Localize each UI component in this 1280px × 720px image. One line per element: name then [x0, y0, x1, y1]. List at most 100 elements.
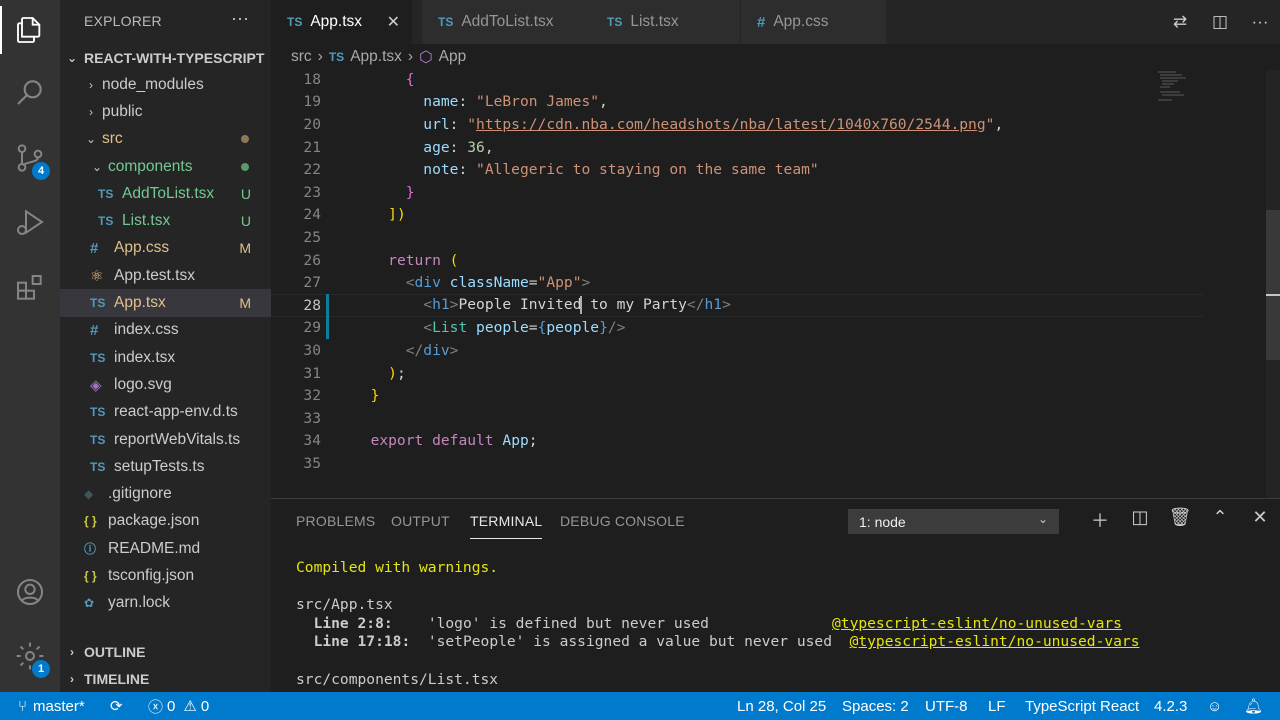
branch-indicator[interactable]: ⑂ master*: [18, 692, 85, 720]
code-line[interactable]: 23 }: [271, 181, 1203, 204]
code-line[interactable]: 21 age: 36,: [271, 136, 1203, 159]
language-mode[interactable]: TypeScript React: [1025, 692, 1139, 720]
tab-output[interactable]: OUTPUT: [391, 513, 450, 529]
tree-item-tsconfig-json[interactable]: { } tsconfig.json: [60, 562, 271, 589]
tree-item-index-css[interactable]: # index.css: [60, 317, 271, 344]
code-line[interactable]: 24 ]): [271, 204, 1203, 227]
close-icon[interactable]: ✕: [1240, 507, 1280, 533]
code-line[interactable]: 35: [271, 452, 1203, 475]
git-modified-gutter: [326, 294, 329, 317]
more-actions-icon[interactable]: ···: [231, 8, 249, 29]
accounts-icon[interactable]: [0, 562, 60, 622]
ts-version[interactable]: 4.2.3: [1154, 692, 1187, 720]
terminal-output[interactable]: Compiled with warnings. src/App.tsx Line…: [296, 559, 1140, 689]
tree-item-package-json[interactable]: { } package.json: [60, 508, 271, 535]
code-line[interactable]: 25: [271, 226, 1203, 249]
tree-item-index-tsx[interactable]: TS index.tsx: [60, 344, 271, 371]
tree-item-addtolist-tsx[interactable]: TS AddToList.tsx U: [60, 180, 271, 207]
code-line[interactable]: 31 );: [271, 362, 1203, 385]
run-debug-icon[interactable]: [0, 192, 60, 252]
split-terminal-icon[interactable]: ◫: [1120, 507, 1160, 533]
tree-item-logo-svg[interactable]: ◈ logo.svg: [60, 371, 271, 398]
tree-item-label: README.md: [108, 539, 201, 557]
manage-gear-icon[interactable]: 1: [0, 626, 60, 686]
tree-item-gitignore[interactable]: ◆ .gitignore: [60, 480, 271, 507]
code-line[interactable]: 22 note: "Allegeric to staying on the sa…: [271, 158, 1203, 181]
sync-icon[interactable]: ⟳: [110, 692, 123, 720]
tree-item-readme-md[interactable]: ⓘ README.md: [60, 535, 271, 562]
indentation[interactable]: Spaces: 2: [842, 692, 909, 720]
tree-item-app-test-tsx[interactable]: ⚛ App.test.tsx: [60, 262, 271, 289]
tab-debug-console[interactable]: DEBUG CONSOLE: [560, 513, 685, 529]
tab-list-tsx[interactable]: TS List.tsx: [591, 0, 741, 44]
chevron-down-icon: ⌄: [1037, 512, 1048, 526]
code-line[interactable]: 26 return (: [271, 249, 1203, 272]
tree-item-list-tsx[interactable]: TS List.tsx U: [60, 207, 271, 234]
tree-item-app-css[interactable]: # App.css M: [60, 235, 271, 262]
more-actions-icon[interactable]: ···: [1240, 12, 1280, 32]
tree-item-yarn-lock[interactable]: ✿ yarn.lock: [60, 590, 271, 617]
tree-item-reportwebvitals-ts[interactable]: TS reportWebVitals.ts: [60, 426, 271, 453]
chevron-up-icon[interactable]: ⌃: [1200, 507, 1240, 533]
feedback-icon[interactable]: ☺: [1207, 692, 1222, 720]
git-status-badge: U: [240, 213, 251, 230]
explorer-icon[interactable]: [0, 0, 60, 60]
end-of-line[interactable]: LF: [988, 692, 1006, 720]
tree-item-public[interactable]: › public: [60, 98, 271, 125]
tab-app-tsx[interactable]: TS App.tsx ✕: [271, 0, 413, 44]
breadcrumb-folder[interactable]: src: [291, 48, 312, 66]
ts-file-icon: TS: [90, 350, 106, 365]
tree-item-setuptests-ts[interactable]: TS setupTests.ts: [60, 453, 271, 480]
notifications-bell-icon[interactable]: 🔔︎: [1244, 692, 1263, 720]
close-icon[interactable]: ✕: [387, 12, 400, 32]
code-line[interactable]: 33: [271, 407, 1203, 430]
code-line[interactable]: 20 url: "https://cdn.nba.com/headshots/n…: [271, 113, 1203, 136]
breadcrumb-file[interactable]: App.tsx: [350, 48, 402, 66]
extensions-icon[interactable]: [0, 258, 60, 318]
tree-item-node-modules[interactable]: › node_modules: [60, 71, 271, 98]
terminal-select[interactable]: 1: node ⌄: [848, 509, 1059, 534]
tree-item-app-tsx[interactable]: TS App.tsx M: [60, 289, 271, 317]
breadcrumb-symbol[interactable]: App: [439, 48, 467, 66]
search-icon[interactable]: [0, 62, 60, 122]
problems-indicator[interactable]: ⓧ 0 ⚠ 0: [148, 692, 209, 720]
code-line[interactable]: 30 </div>: [271, 339, 1203, 362]
code-editor[interactable]: 18 {19 name: "LeBron James", 20 url: "htt…: [271, 70, 1280, 498]
encoding[interactable]: UTF-8: [925, 692, 968, 720]
tree-item-label: List.tsx: [122, 212, 171, 230]
code-line[interactable]: 34 export default App;: [271, 430, 1203, 453]
warning-2-rule[interactable]: @typescript-eslint/no-unused-vars: [850, 633, 1140, 650]
tab-problems[interactable]: PROBLEMS: [296, 513, 375, 529]
tree-item-src[interactable]: ⌄ src: [60, 126, 271, 153]
warning-file-2: src/components/List.tsx: [296, 670, 499, 688]
code-line[interactable]: 28 <h1>People Invited to my Party</h1>: [271, 294, 1203, 317]
cursor-position[interactable]: Ln 28, Col 25: [737, 692, 826, 720]
tree-item-react-app-env-d-ts[interactable]: TS react-app-env.d.ts: [60, 399, 271, 426]
tab-terminal[interactable]: TERMINAL: [470, 513, 543, 539]
timeline-section-header[interactable]: › TIMELINE: [60, 665, 271, 692]
chevron-down-icon: ⌄: [91, 159, 103, 174]
code-token: People Invited: [458, 296, 582, 314]
warning-1-location: Line 2:8:: [313, 614, 393, 632]
new-terminal-plus-icon[interactable]: ＋: [1080, 507, 1120, 533]
code-line[interactable]: 19 name: "LeBron James",: [271, 91, 1203, 114]
compare-changes-icon[interactable]: ⇄: [1160, 12, 1200, 32]
warning-2-message: 'setPeople' is assigned a value but neve…: [427, 633, 832, 651]
code-token: note: [423, 161, 459, 179]
split-editor-icon[interactable]: ◫: [1200, 12, 1240, 32]
code-token: App: [502, 432, 529, 450]
outline-section-header[interactable]: › OUTLINE: [60, 638, 271, 665]
editor-scrollbar-thumb[interactable]: [1266, 210, 1280, 360]
chevron-right-icon: ›: [89, 104, 93, 119]
code-line[interactable]: 32 }: [271, 384, 1203, 407]
warning-1-rule[interactable]: @typescript-eslint/no-unused-vars: [832, 615, 1122, 632]
code-line[interactable]: 18 {: [271, 70, 1203, 91]
trash-icon[interactable]: 🗑: [1160, 507, 1200, 533]
tab-app-css[interactable]: # App.css: [741, 0, 887, 44]
project-section-header[interactable]: ⌄ REACT-WITH-TYPESCRIPT: [60, 44, 271, 71]
source-control-icon[interactable]: 4: [0, 128, 60, 188]
tab-addtolist-tsx[interactable]: TS AddToList.tsx: [422, 0, 592, 44]
code-line[interactable]: 29 <List people={people}/>: [271, 316, 1203, 340]
code-line[interactable]: 27 <div className="App">: [271, 271, 1203, 294]
tree-item-components[interactable]: ⌄ components: [60, 153, 271, 180]
